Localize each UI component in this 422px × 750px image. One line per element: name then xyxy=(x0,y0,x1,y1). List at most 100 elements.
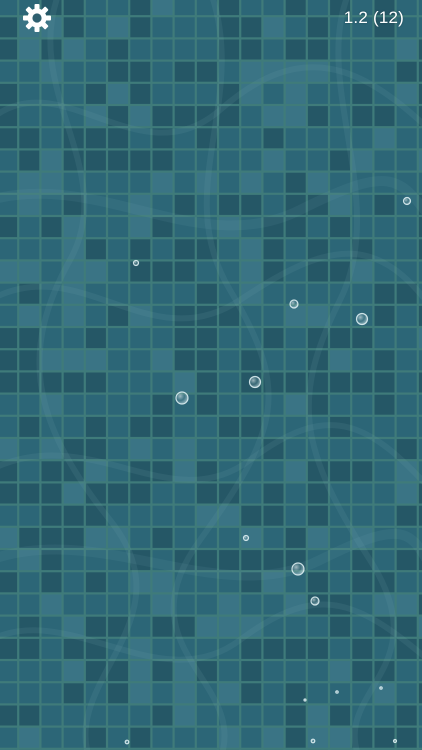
mosaic-tile xyxy=(63,416,84,437)
mosaic-tile xyxy=(219,239,240,260)
mosaic-tile xyxy=(352,439,373,460)
mosaic-tile xyxy=(374,439,395,460)
mosaic-tile xyxy=(219,683,240,704)
mosaic-tile xyxy=(330,83,351,104)
mosaic-tile xyxy=(196,705,217,726)
mosaic-tile xyxy=(85,638,106,659)
mosaic-tile xyxy=(85,372,106,393)
mosaic-tile xyxy=(396,283,417,304)
mosaic-tile xyxy=(396,239,417,260)
mosaic-tile xyxy=(174,61,195,82)
mosaic-tile xyxy=(41,661,62,682)
mosaic-tile xyxy=(174,483,195,504)
mosaic-tile xyxy=(196,483,217,504)
mosaic-tile xyxy=(219,128,240,149)
mosaic-tile xyxy=(330,638,351,659)
mosaic-tile xyxy=(130,705,151,726)
mosaic-tile xyxy=(374,261,395,282)
mosaic-tile xyxy=(330,439,351,460)
mosaic-tile xyxy=(174,439,195,460)
mosaic-tile xyxy=(352,106,373,127)
mosaic-tile xyxy=(130,61,151,82)
mosaic-tile xyxy=(85,61,106,82)
mosaic-tile xyxy=(196,527,217,548)
mosaic-tile xyxy=(285,106,306,127)
mosaic-tile xyxy=(374,683,395,704)
mosaic-tile xyxy=(285,527,306,548)
mosaic-tile xyxy=(330,505,351,526)
mosaic-tile xyxy=(41,638,62,659)
mosaic-tile xyxy=(352,683,373,704)
mosaic-tile xyxy=(219,527,240,548)
mosaic-tile xyxy=(108,128,129,149)
mosaic-tile xyxy=(219,572,240,593)
mosaic-tile xyxy=(307,594,328,615)
mosaic-tile xyxy=(196,194,217,215)
mosaic-tile xyxy=(63,194,84,215)
mosaic-tile xyxy=(352,194,373,215)
mosaic-tile xyxy=(352,217,373,238)
mosaic-tile xyxy=(263,61,284,82)
mosaic-tile xyxy=(219,172,240,193)
mosaic-tile xyxy=(263,683,284,704)
mosaic-tile xyxy=(330,594,351,615)
mosaic-tile xyxy=(219,328,240,349)
mosaic-tile xyxy=(396,150,417,171)
mosaic-tile xyxy=(130,594,151,615)
mosaic-tile xyxy=(108,239,129,260)
mosaic-tile xyxy=(219,483,240,504)
mosaic-tile xyxy=(152,394,173,415)
mosaic-tile xyxy=(0,616,18,637)
mosaic-tile xyxy=(19,594,40,615)
mosaic-tile xyxy=(19,83,40,104)
mosaic-tile xyxy=(174,305,195,326)
mosaic-tile xyxy=(307,194,328,215)
mosaic-tile xyxy=(241,616,262,637)
mosaic-tile xyxy=(108,439,129,460)
mosaic-tile xyxy=(174,461,195,482)
mosaic-tile xyxy=(19,172,40,193)
mosaic-tile xyxy=(374,461,395,482)
mosaic-tile xyxy=(196,172,217,193)
mosaic-tile xyxy=(130,483,151,504)
mosaic-tile xyxy=(152,727,173,748)
mosaic-tile xyxy=(374,283,395,304)
mosaic-tile xyxy=(130,616,151,637)
mosaic-tile xyxy=(219,416,240,437)
mosaic-tile xyxy=(330,261,351,282)
mosaic-tile xyxy=(63,527,84,548)
mosaic-tile xyxy=(352,616,373,637)
mosaic-tile xyxy=(85,683,106,704)
mosaic-tile xyxy=(152,61,173,82)
mosaic-tile xyxy=(130,572,151,593)
mosaic-tile xyxy=(374,39,395,60)
mosaic-tile xyxy=(63,106,84,127)
mosaic-tile xyxy=(85,483,106,504)
mosaic-tile xyxy=(174,172,195,193)
mosaic-tile xyxy=(307,616,328,637)
mosaic-tile xyxy=(396,350,417,371)
mosaic-tile xyxy=(0,416,18,437)
mosaic-tile xyxy=(330,483,351,504)
mosaic-tile xyxy=(0,350,18,371)
mosaic-tile xyxy=(0,172,18,193)
mosaic-tile xyxy=(285,394,306,415)
mosaic-tile xyxy=(19,372,40,393)
game-board[interactable]: 1.2 (12) xyxy=(0,0,422,750)
mosaic-tile xyxy=(41,416,62,437)
mosaic-tile xyxy=(130,328,151,349)
mosaic-tile xyxy=(130,350,151,371)
mosaic-tile xyxy=(0,150,18,171)
mosaic-tile xyxy=(241,550,262,571)
mosaic-tile xyxy=(396,106,417,127)
mosaic-tile xyxy=(174,239,195,260)
mosaic-tile xyxy=(396,594,417,615)
mosaic-tile xyxy=(0,394,18,415)
mosaic-tile xyxy=(41,128,62,149)
settings-button[interactable] xyxy=(22,3,52,33)
mosaic-tile xyxy=(396,394,417,415)
mosaic-tile xyxy=(196,328,217,349)
mosaic-tile xyxy=(396,527,417,548)
mosaic-tile xyxy=(63,683,84,704)
mosaic-tile xyxy=(19,439,40,460)
